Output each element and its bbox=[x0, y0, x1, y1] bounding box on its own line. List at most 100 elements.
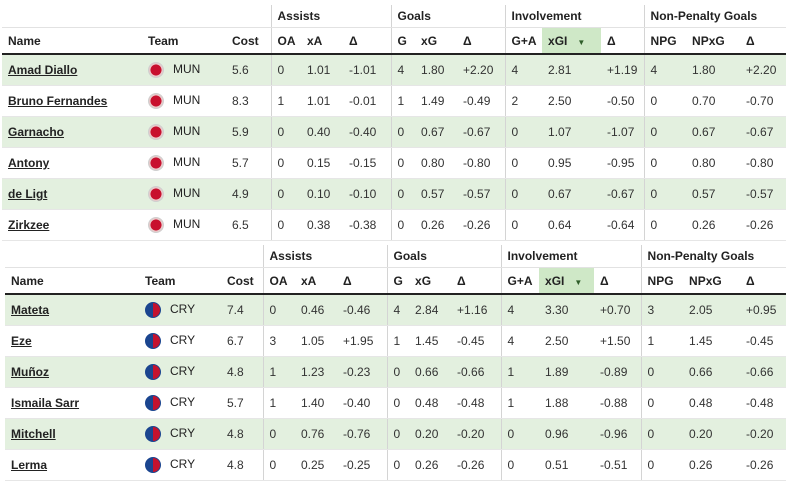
npg-cell: 0 bbox=[643, 178, 687, 210]
oa-cell: 0 bbox=[262, 418, 295, 450]
team-code: MUN bbox=[173, 93, 201, 108]
player-link[interactable]: Zirkzee bbox=[8, 218, 49, 232]
col-header-npg-delta[interactable]: Δ bbox=[740, 27, 787, 55]
npxg-cell: 0.26 bbox=[686, 209, 741, 241]
goals-delta-cell: -0.45 bbox=[451, 325, 502, 357]
triangle-down-icon[interactable]: ▼ bbox=[577, 38, 585, 47]
cost-cell: 4.8 bbox=[221, 449, 263, 481]
g-cell: 0 bbox=[390, 147, 416, 179]
npg-delta-cell: -0.70 bbox=[740, 85, 787, 117]
npg-delta-cell: -0.45 bbox=[740, 325, 787, 357]
npg-cell: 0 bbox=[643, 116, 687, 148]
col-header-g[interactable]: G bbox=[390, 27, 416, 55]
npg-delta-cell: +0.95 bbox=[740, 294, 787, 326]
player-link[interactable]: de Ligt bbox=[8, 187, 47, 201]
col-header-involvement-delta[interactable]: Δ bbox=[594, 267, 642, 295]
col-header-involvement-delta[interactable]: Δ bbox=[601, 27, 645, 55]
involvement-delta-cell: -0.89 bbox=[594, 356, 642, 388]
involvement-delta-cell: -0.95 bbox=[601, 147, 645, 179]
xa-cell: 0.25 bbox=[295, 449, 337, 481]
col-header-npg-delta[interactable]: Δ bbox=[740, 267, 787, 295]
xgi-cell: 3.30 bbox=[539, 294, 595, 326]
assists-delta-cell: -0.38 bbox=[343, 209, 392, 241]
col-header-ga[interactable]: G+A bbox=[504, 27, 543, 55]
goals-delta-cell: -0.48 bbox=[451, 387, 502, 419]
npxg-cell: 0.80 bbox=[686, 147, 741, 179]
player-link[interactable]: Mitchell bbox=[11, 427, 56, 441]
table-row: Garnacho MUN 5.9 0 0.40 -0.40 0 0.67 -0.… bbox=[2, 116, 787, 148]
crystal-palace-crest-icon bbox=[145, 302, 161, 318]
col-header-assists-delta[interactable]: Δ bbox=[337, 267, 388, 295]
col-header-npg[interactable]: NPG bbox=[640, 267, 684, 295]
cost-cell: 5.6 bbox=[226, 54, 271, 86]
col-header-goals-delta[interactable]: Δ bbox=[457, 27, 506, 55]
col-header-team[interactable]: Team bbox=[142, 27, 226, 55]
ga-cell: 2 bbox=[504, 85, 543, 117]
table-row: Ismaila Sarr CRY 5.7 1 1.40 -0.40 0 0.48… bbox=[5, 387, 787, 419]
col-header-npxg[interactable]: NPxG bbox=[683, 267, 741, 295]
cost-cell: 5.7 bbox=[221, 387, 263, 419]
player-link[interactable]: Eze bbox=[11, 334, 32, 348]
npxg-cell: 0.48 bbox=[683, 387, 741, 419]
col-header-xa[interactable]: xA bbox=[301, 27, 343, 55]
col-header-name[interactable]: Name bbox=[5, 267, 139, 295]
player-link[interactable]: Muñoz bbox=[11, 365, 49, 379]
col-header-g[interactable]: G bbox=[386, 267, 410, 295]
cost-cell: 4.9 bbox=[226, 178, 271, 210]
crystal-palace-crest-icon bbox=[145, 364, 161, 380]
xg-cell: 0.48 bbox=[409, 387, 452, 419]
involvement-delta-cell: -0.51 bbox=[594, 449, 642, 481]
col-header-xa[interactable]: xA bbox=[295, 267, 337, 295]
assists-delta-cell: -0.40 bbox=[337, 387, 388, 419]
npg-delta-cell: +2.20 bbox=[740, 54, 787, 86]
col-header-xgi-label: xGI bbox=[548, 33, 568, 48]
col-header-xg[interactable]: xG bbox=[415, 27, 458, 55]
oa-cell: 1 bbox=[262, 356, 295, 388]
player-link[interactable]: Amad Diallo bbox=[8, 63, 77, 77]
player-link[interactable]: Lerma bbox=[11, 458, 47, 472]
npg-cell: 1 bbox=[640, 325, 684, 357]
col-header-xg[interactable]: xG bbox=[409, 267, 452, 295]
group-header-npg: Non-Penalty Goals bbox=[640, 245, 787, 268]
col-header-npxg[interactable]: NPxG bbox=[686, 27, 741, 55]
oa-cell: 0 bbox=[270, 116, 301, 148]
player-link[interactable]: Garnacho bbox=[8, 125, 64, 139]
col-header-assists-delta[interactable]: Δ bbox=[343, 27, 392, 55]
group-header-goals: Goals bbox=[386, 245, 502, 268]
team-code: MUN bbox=[173, 62, 201, 77]
player-link[interactable]: Antony bbox=[8, 156, 49, 170]
group-header-goals: Goals bbox=[390, 5, 506, 28]
crystal-palace-crest-icon bbox=[145, 333, 161, 349]
col-header-xgi[interactable]: xGI ▼ bbox=[539, 267, 595, 295]
xa-cell: 1.01 bbox=[301, 85, 343, 117]
col-header-name[interactable]: Name bbox=[2, 27, 142, 55]
xgi-cell: 0.67 bbox=[542, 178, 602, 210]
table-row: Eze CRY 6.7 3 1.05 +1.95 1 1.45 -0.45 4 … bbox=[5, 325, 787, 357]
triangle-down-icon[interactable]: ▼ bbox=[574, 278, 582, 287]
col-header-xgi[interactable]: xGI ▼ bbox=[542, 27, 602, 55]
oa-cell: 3 bbox=[262, 325, 295, 357]
group-header-involvement: Involvement bbox=[504, 5, 645, 28]
player-link[interactable]: Ismaila Sarr bbox=[11, 396, 79, 410]
npxg-cell: 2.05 bbox=[683, 294, 741, 326]
col-header-oa[interactable]: OA bbox=[270, 27, 301, 55]
goals-delta-cell: -0.20 bbox=[451, 418, 502, 450]
goals-delta-cell: -0.49 bbox=[457, 85, 506, 117]
cost-cell: 5.9 bbox=[226, 116, 271, 148]
col-header-oa[interactable]: OA bbox=[262, 267, 295, 295]
player-link[interactable]: Mateta bbox=[11, 303, 49, 317]
col-header-team[interactable]: Team bbox=[139, 267, 221, 295]
col-header-npg[interactable]: NPG bbox=[643, 27, 687, 55]
col-header-goals-delta[interactable]: Δ bbox=[451, 267, 502, 295]
npxg-cell: 0.66 bbox=[683, 356, 741, 388]
assists-delta-cell: -0.01 bbox=[343, 85, 392, 117]
col-header-cost[interactable]: Cost bbox=[221, 267, 263, 295]
man-utd-crest-icon bbox=[148, 186, 164, 202]
player-link[interactable]: Bruno Fernandes bbox=[8, 94, 107, 108]
col-header-cost[interactable]: Cost bbox=[226, 27, 271, 55]
table-row: Muñoz CRY 4.8 1 1.23 -0.23 0 0.66 -0.66 … bbox=[5, 356, 787, 388]
xgi-cell: 1.07 bbox=[542, 116, 602, 148]
team-code: MUN bbox=[173, 124, 201, 139]
g-cell: 0 bbox=[386, 356, 410, 388]
col-header-ga[interactable]: G+A bbox=[500, 267, 540, 295]
